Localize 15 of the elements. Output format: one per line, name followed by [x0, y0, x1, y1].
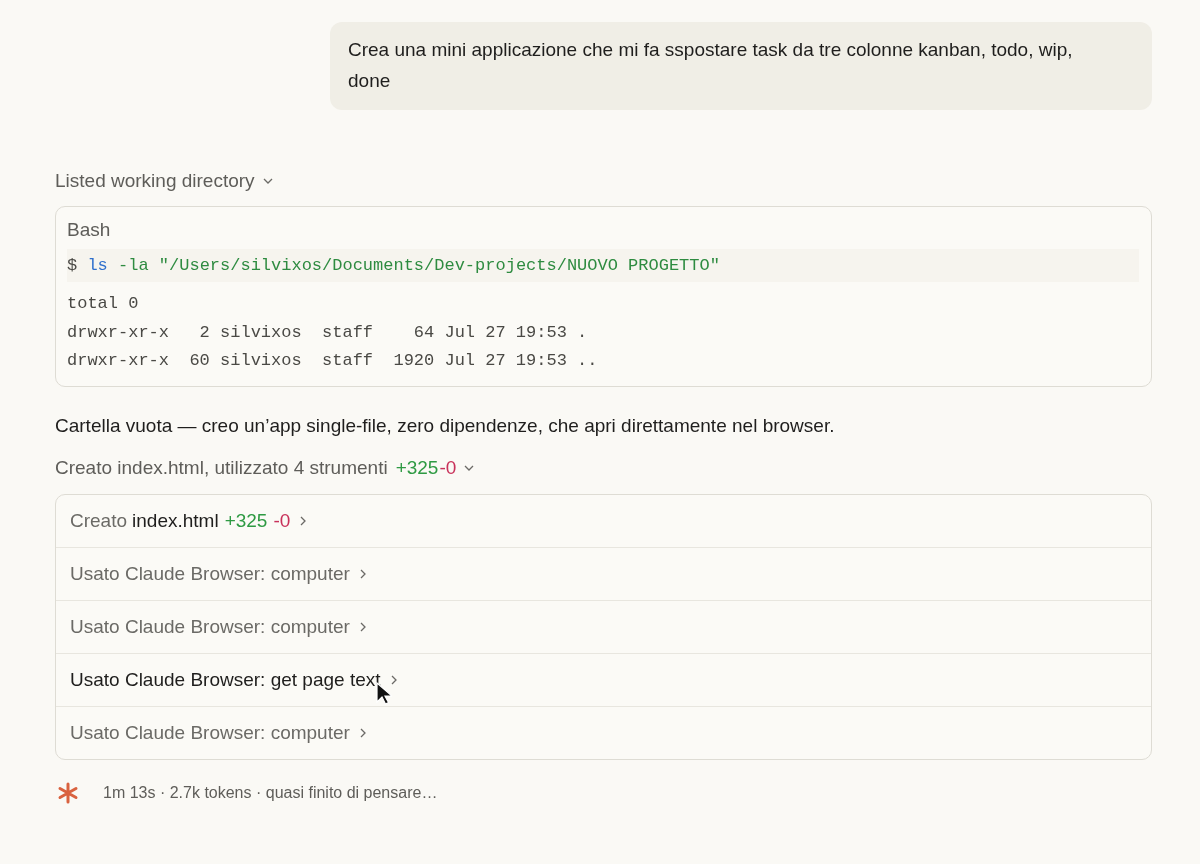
status-text: 1m 13s · 2.7k tokens · quasi finito di pensare…: [103, 783, 438, 802]
tool-call-row[interactable]: Usato Claude Browser: computer: [56, 705, 1151, 759]
user-message: Crea una mini applicazione che mi fa sspostare task da tre colonne kanban, todo, wip, done: [330, 22, 1152, 110]
assistant-message: Cartella vuota — creo un’app single-file, zero dipendenze, che apri direttamente nel browser.: [55, 413, 835, 438]
tool-call-row[interactable]: Creato index.html +325 -0: [56, 494, 1151, 547]
tool-call-row[interactable]: Usato Claude Browser: get page text: [56, 652, 1151, 706]
output-line: total 0: [67, 293, 139, 315]
tool-call-row[interactable]: Usato Claude Browser: computer: [56, 599, 1151, 653]
spark-icon: [57, 781, 79, 804]
tool-summary-toggle[interactable]: Listed working directory: [55, 166, 275, 196]
tool-call-row[interactable]: Usato Claude Browser: computer: [56, 546, 1151, 600]
tool-summary-toggle[interactable]: Creato index.html, utilizzato 4 strumenti +325-0: [55, 452, 477, 483]
output-line: drwxr-xr-x 2 silvixos staff 64 Jul 27 19:53 .: [67, 321, 588, 344]
output-line: drwxr-xr-x 60 silvixos staff 1920 Jul 27 19:53 ..: [67, 350, 598, 372]
shell-label: Bash: [67, 218, 111, 242]
